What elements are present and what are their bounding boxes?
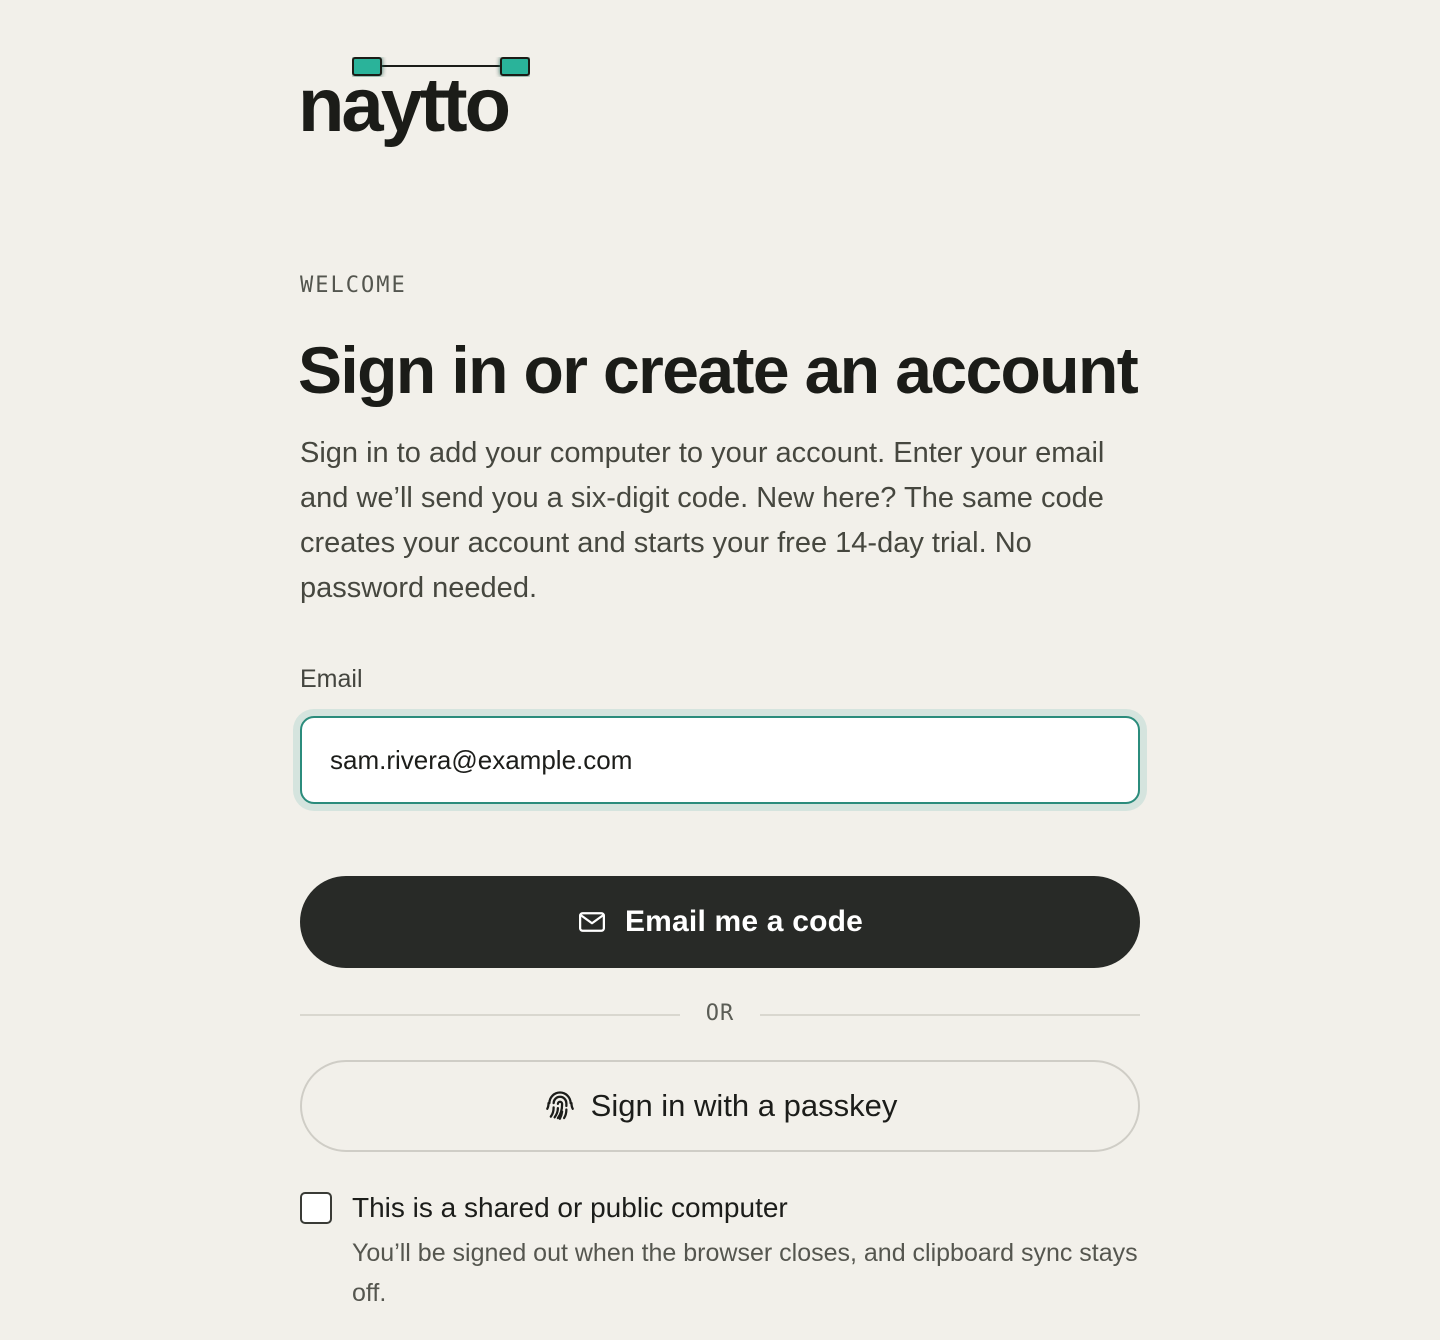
passkey-sign-in-button[interactable]: Sign in with a passkey [300,1060,1140,1152]
fingerprint-icon [543,1089,577,1123]
page-title: Sign in or create an account [298,333,1139,407]
shared-computer-checkbox[interactable] [300,1192,332,1224]
shared-computer-hint: You’ll be signed out when the browser cl… [352,1239,1138,1307]
envelope-icon [577,907,607,937]
or-divider: OR [300,998,1140,1030]
wordmark: naytto [298,63,511,148]
divider-line-left [300,1014,680,1016]
email-field[interactable] [300,716,1140,804]
page-description: Sign in to add your computer to your acc… [300,437,1105,604]
passkey-label: Sign in with a passkey [590,1088,898,1123]
divider-text: OR [705,1001,735,1026]
divider-line-right [760,1014,1140,1016]
eyebrow-label: WELCOME [300,273,407,298]
email-me-a-code-label: Email me a code [624,905,864,938]
email-me-a-code-button[interactable]: Email me a code [300,876,1140,968]
logo[interactable]: naytto [298,52,550,162]
email-label: Email [300,665,363,693]
shared-computer-label[interactable]: This is a shared or public computer [352,1189,788,1227]
